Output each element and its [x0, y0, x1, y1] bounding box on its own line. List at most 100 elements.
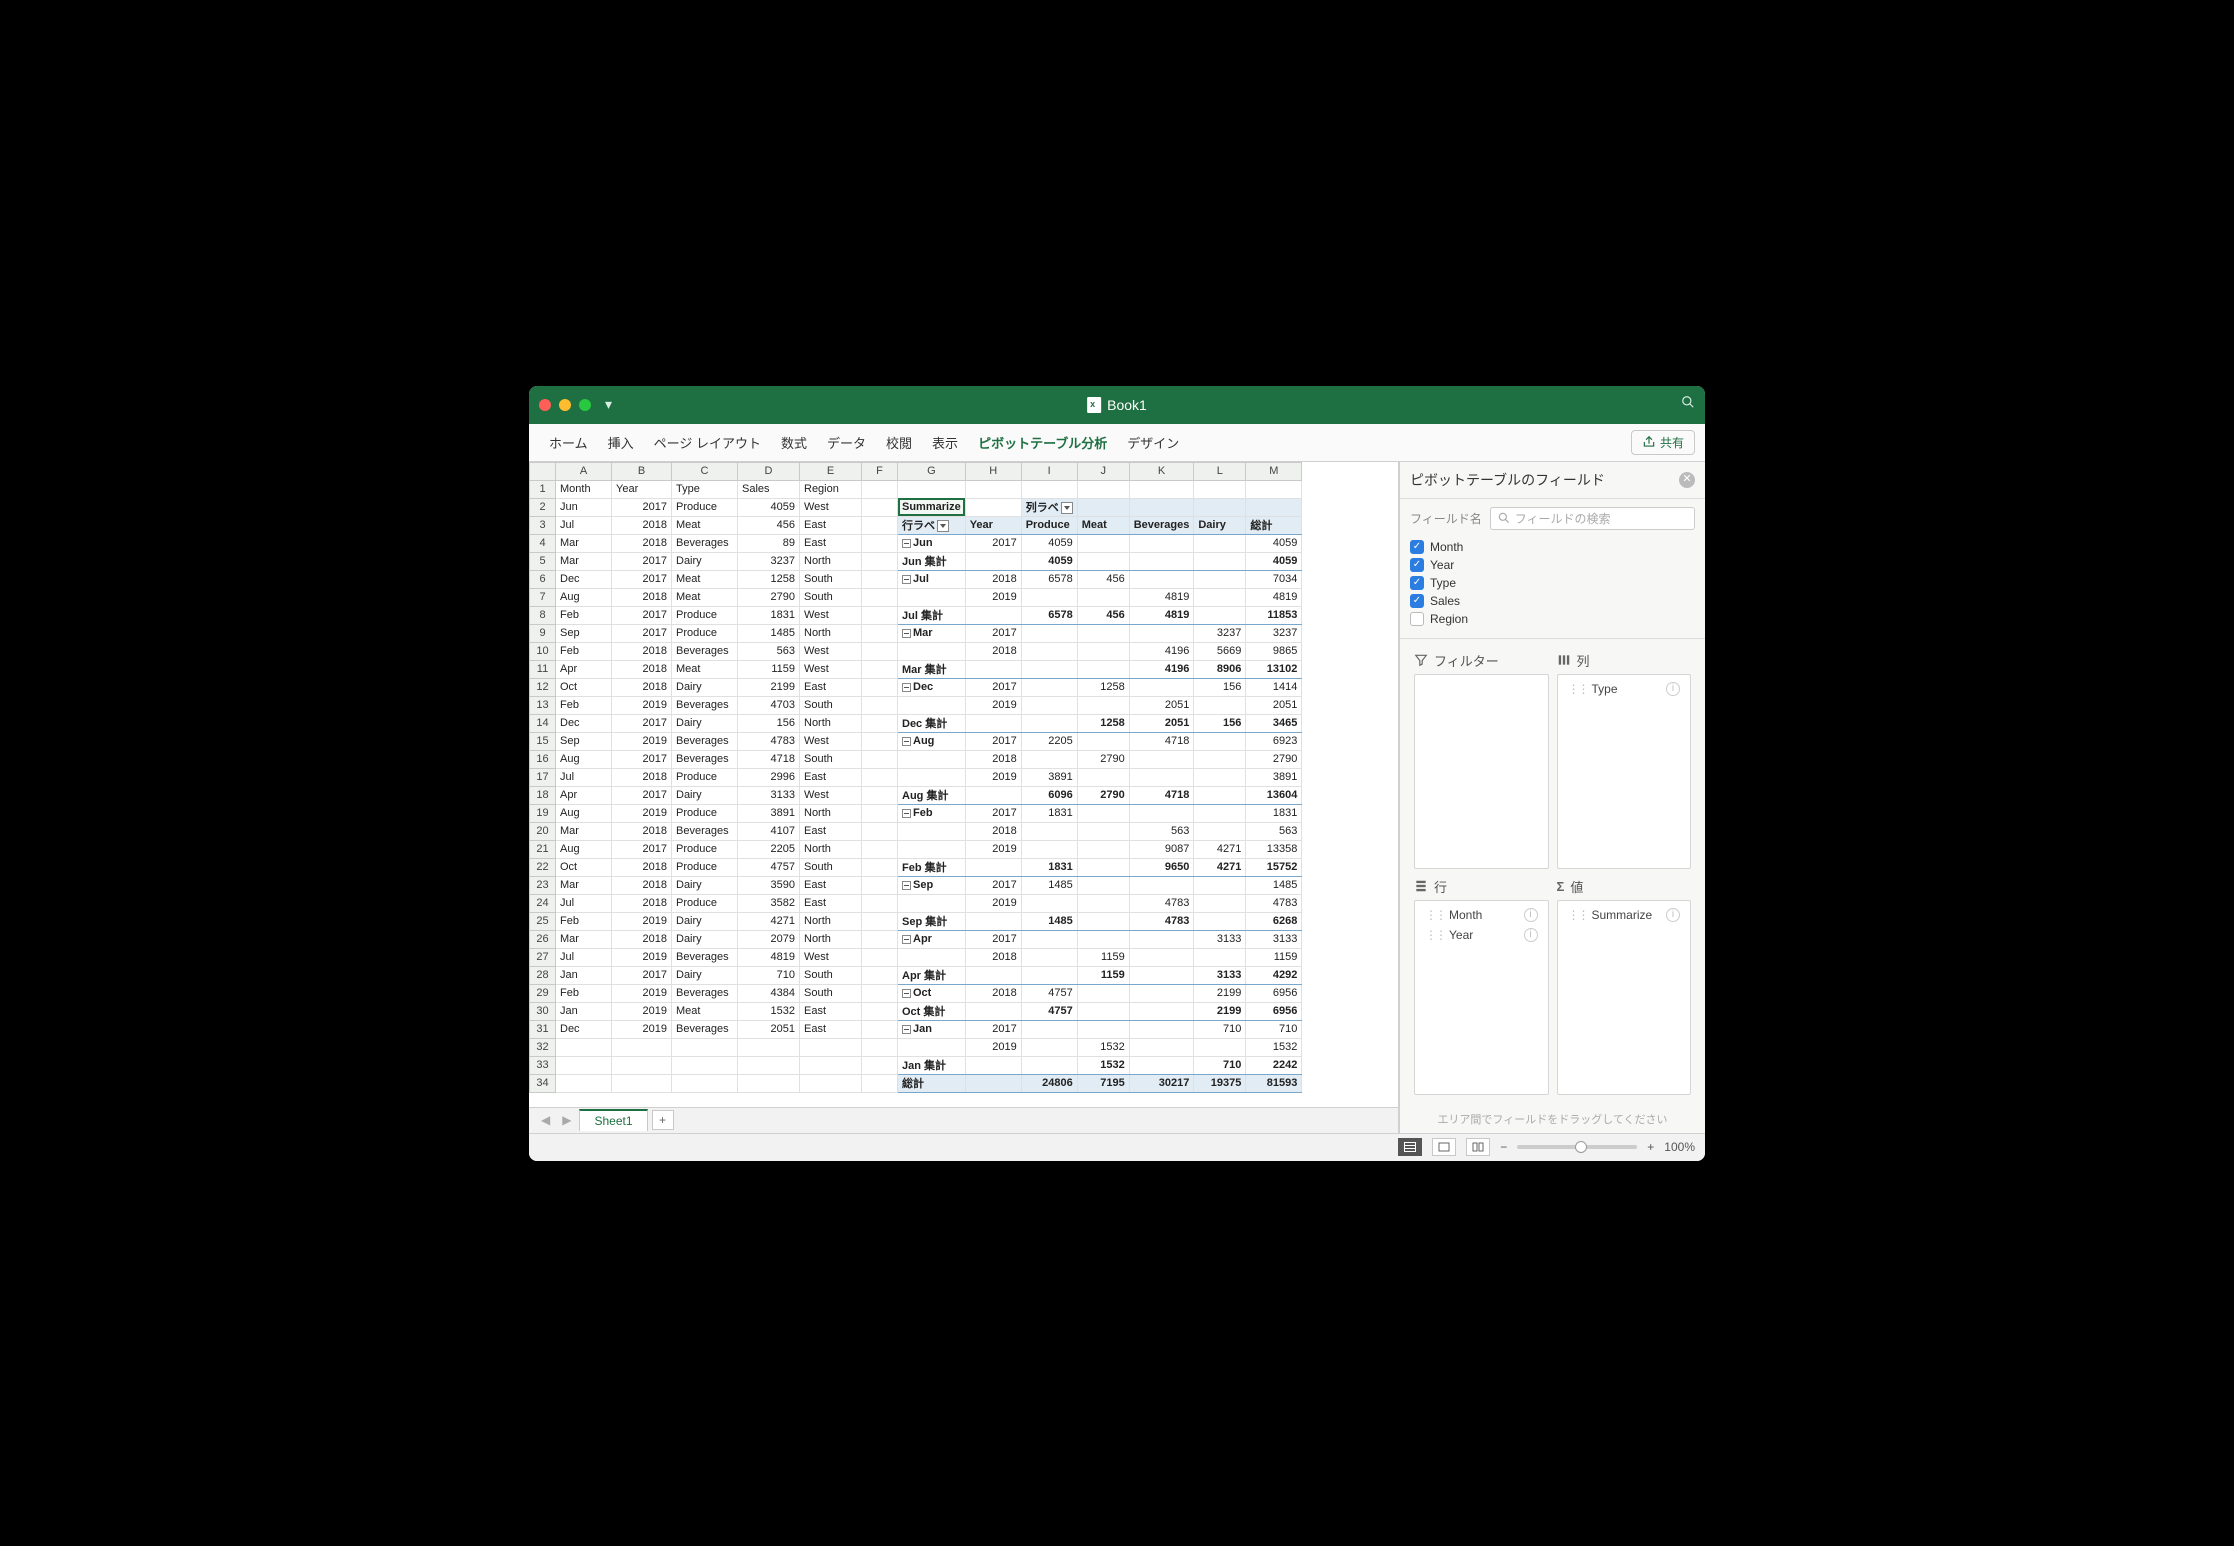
cell[interactable]: [965, 858, 1021, 876]
cell[interactable]: [965, 912, 1021, 930]
cell[interactable]: 6096: [1021, 786, 1077, 804]
cell[interactable]: 3133: [1194, 930, 1246, 948]
col-header[interactable]: B: [612, 462, 672, 480]
cell[interactable]: 2018: [612, 660, 672, 678]
cell[interactable]: [1077, 858, 1129, 876]
cell[interactable]: 24806: [1021, 1074, 1077, 1092]
cell[interactable]: [1194, 552, 1246, 570]
cell[interactable]: 456: [738, 516, 800, 534]
row-header[interactable]: 14: [530, 714, 556, 732]
checkbox[interactable]: [1410, 594, 1424, 608]
cell[interactable]: 3237: [738, 552, 800, 570]
cell[interactable]: Oct: [898, 984, 966, 1002]
cell[interactable]: 1831: [1021, 804, 1077, 822]
cell[interactable]: Feb: [556, 696, 612, 714]
cell[interactable]: 1485: [1021, 876, 1077, 894]
cell[interactable]: [672, 1038, 738, 1056]
cell[interactable]: 2017: [612, 498, 672, 516]
cell[interactable]: 4783: [1129, 894, 1194, 912]
cell[interactable]: North: [800, 804, 862, 822]
field-search-input[interactable]: フィールドの検索: [1490, 507, 1695, 530]
cell[interactable]: [1021, 678, 1077, 696]
cell[interactable]: [556, 1056, 612, 1074]
cell[interactable]: 4059: [738, 498, 800, 516]
cell[interactable]: [862, 750, 898, 768]
cell[interactable]: 8906: [1194, 660, 1246, 678]
row-header[interactable]: 4: [530, 534, 556, 552]
cell[interactable]: [862, 606, 898, 624]
cell[interactable]: 2018: [965, 948, 1021, 966]
cell[interactable]: [898, 822, 966, 840]
cell[interactable]: East: [800, 516, 862, 534]
sheet-nav-next[interactable]: ▶: [558, 1113, 575, 1127]
cell[interactable]: 4059: [1021, 534, 1077, 552]
cell[interactable]: Beverages: [672, 750, 738, 768]
field-row[interactable]: Sales: [1410, 592, 1695, 610]
cell[interactable]: Mar: [556, 552, 612, 570]
cell[interactable]: Beverages: [672, 642, 738, 660]
cell[interactable]: Produce: [672, 858, 738, 876]
cell[interactable]: [1194, 588, 1246, 606]
cell[interactable]: 2017: [965, 804, 1021, 822]
cell[interactable]: Aug 集計: [898, 786, 966, 804]
col-header[interactable]: G: [898, 462, 966, 480]
cell[interactable]: Jul: [556, 894, 612, 912]
cell[interactable]: [556, 1038, 612, 1056]
cell[interactable]: Sales: [738, 480, 800, 498]
cell[interactable]: East: [800, 534, 862, 552]
row-header[interactable]: 32: [530, 1038, 556, 1056]
cell[interactable]: [800, 1038, 862, 1056]
cell[interactable]: Dec: [556, 570, 612, 588]
cell[interactable]: 3891: [738, 804, 800, 822]
cell[interactable]: 2019: [965, 840, 1021, 858]
row-header[interactable]: 2: [530, 498, 556, 516]
cell[interactable]: [1129, 570, 1194, 588]
cell[interactable]: 4819: [1246, 588, 1302, 606]
cell[interactable]: 総計: [1246, 516, 1302, 534]
cell[interactable]: 3237: [1194, 624, 1246, 642]
ribbon-tab[interactable]: ページ レイアウト: [644, 433, 771, 452]
ribbon-tab[interactable]: 校閲: [876, 433, 922, 452]
cell[interactable]: Dec 集計: [898, 714, 966, 732]
row-header[interactable]: 18: [530, 786, 556, 804]
cell[interactable]: South: [800, 966, 862, 984]
cell[interactable]: [612, 1056, 672, 1074]
cell[interactable]: [965, 660, 1021, 678]
cell[interactable]: [1077, 588, 1129, 606]
cell[interactable]: 列ラベ: [1021, 498, 1077, 516]
checkbox[interactable]: [1410, 612, 1424, 626]
cell[interactable]: 4703: [738, 696, 800, 714]
cell[interactable]: [672, 1074, 738, 1092]
cell[interactable]: [965, 966, 1021, 984]
cell[interactable]: 15752: [1246, 858, 1302, 876]
cell[interactable]: [862, 768, 898, 786]
cell[interactable]: Produce: [1021, 516, 1077, 534]
cell[interactable]: 1831: [738, 606, 800, 624]
cell[interactable]: [898, 768, 966, 786]
cell[interactable]: Dairy: [672, 966, 738, 984]
cell[interactable]: South: [800, 984, 862, 1002]
cell[interactable]: 1258: [738, 570, 800, 588]
cell[interactable]: 13102: [1246, 660, 1302, 678]
cell[interactable]: Jul: [898, 570, 966, 588]
cell[interactable]: [1077, 732, 1129, 750]
cell[interactable]: [898, 696, 966, 714]
cell[interactable]: [1129, 930, 1194, 948]
ribbon-tab[interactable]: ピボットテーブル分析: [968, 433, 1117, 452]
cell[interactable]: Aug: [898, 732, 966, 750]
cell[interactable]: 1485: [1021, 912, 1077, 930]
columns-dropzone[interactable]: ⋮⋮Typei: [1557, 674, 1692, 869]
cell[interactable]: 11853: [1246, 606, 1302, 624]
cell[interactable]: East: [800, 678, 862, 696]
cell[interactable]: [1077, 768, 1129, 786]
cell[interactable]: 2018: [612, 588, 672, 606]
cell[interactable]: [1021, 948, 1077, 966]
cell[interactable]: 2017: [965, 624, 1021, 642]
sheet-nav-prev[interactable]: ◀: [537, 1113, 554, 1127]
cell[interactable]: Feb: [556, 912, 612, 930]
cell[interactable]: [965, 606, 1021, 624]
cell[interactable]: Jul 集計: [898, 606, 966, 624]
cell[interactable]: 3133: [1246, 930, 1302, 948]
close-pane-icon[interactable]: ✕: [1679, 472, 1695, 488]
cell[interactable]: Meat: [672, 588, 738, 606]
